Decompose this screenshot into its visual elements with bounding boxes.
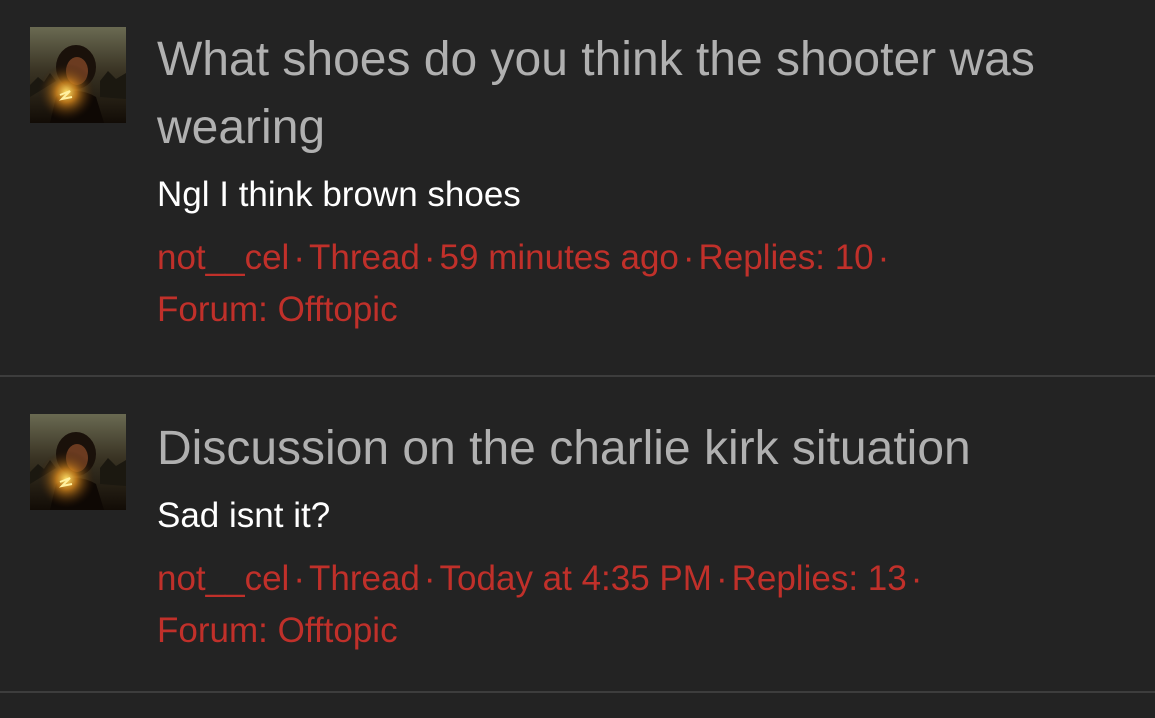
timestamp: 59 minutes ago <box>439 238 679 277</box>
list-item: What shoes do you think the shooter was … <box>0 0 1155 376</box>
separator: · <box>293 559 305 598</box>
separator: · <box>877 238 890 277</box>
thread-title-link[interactable]: Discussion on the charlie kirk situation <box>157 415 1115 483</box>
timestamp: Today at 4:35 PM <box>439 559 712 598</box>
thread-meta: not__cel · Thread · 59 minutes ago · Replies: … <box>157 232 1115 336</box>
separator: · <box>682 238 695 277</box>
author-link[interactable]: not__cel <box>157 559 289 598</box>
avatar-image <box>30 414 126 510</box>
thread-title-link[interactable]: What shoes do you think the shooter was … <box>157 26 1115 162</box>
result-body: What shoes do you think the shooter was … <box>157 26 1115 336</box>
divider <box>0 691 1155 693</box>
forum-label: Forum: <box>157 611 268 650</box>
thread-snippet: Ngl I think brown shoes <box>157 175 521 214</box>
separator: · <box>715 559 728 598</box>
forum-label: Forum: <box>157 290 268 329</box>
author-link[interactable]: not__cel <box>157 238 289 277</box>
reply-count: Replies: 10 <box>698 238 874 277</box>
content-type: Thread <box>308 238 420 277</box>
avatar[interactable] <box>30 414 126 510</box>
forum-link[interactable]: Offtopic <box>278 611 398 650</box>
separator: · <box>423 238 436 277</box>
avatar-image <box>30 27 126 123</box>
divider <box>0 375 1155 377</box>
forum-link[interactable]: Offtopic <box>278 290 398 329</box>
thread-snippet: Sad isnt it? <box>157 496 331 535</box>
reply-count: Replies: 13 <box>731 559 907 598</box>
separator: · <box>423 559 436 598</box>
content-type: Thread <box>308 559 420 598</box>
avatar[interactable] <box>30 27 126 123</box>
search-results-list: What shoes do you think the shooter was … <box>0 0 1155 718</box>
result-body: Discussion on the charlie kirk situation… <box>157 415 1115 657</box>
separator: · <box>910 559 923 598</box>
list-item: Discussion on the charlie kirk situation… <box>0 378 1155 692</box>
separator: · <box>293 238 305 277</box>
thread-meta: not__cel · Thread · Today at 4:35 PM · Replies… <box>157 553 1115 657</box>
